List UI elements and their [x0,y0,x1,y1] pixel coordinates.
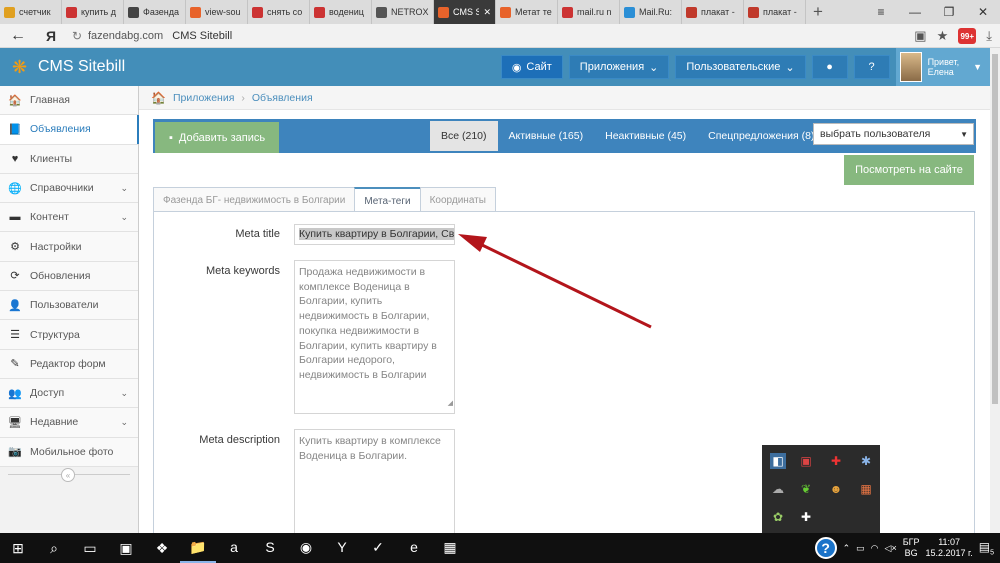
yandex-browser-icon[interactable]: Y [324,533,360,563]
notifications-icon[interactable]: ▤5 [979,540,994,556]
search-icon[interactable]: ⌕ [36,533,72,563]
battery-icon[interactable]: ▭ [856,543,865,554]
store-icon[interactable]: ▣ [108,533,144,563]
clock-date: 15.2.2017 г. [925,548,973,558]
plant-icon[interactable]: ✿ [770,509,786,525]
tray-shield-icon[interactable]: ▣ [798,453,814,469]
emoji-icon[interactable]: ☻ [828,481,844,497]
leaf-icon[interactable]: ❦ [798,481,814,497]
amazon-icon[interactable]: a [216,533,252,563]
wifi-icon[interactable]: ◠ [871,543,879,554]
cloud-icon[interactable]: ☁ [770,481,786,497]
clock[interactable]: 11:07 15.2.2017 г. [926,537,973,559]
arrow-head [458,234,487,252]
grid-icon[interactable]: ▦ [858,481,874,497]
chrome-icon[interactable]: ◉ [288,533,324,563]
clock-time: 11:07 [938,537,961,547]
winrar-icon[interactable]: ▦ [432,533,468,563]
windows-start-icon[interactable]: ⊞ [0,533,36,563]
lang-bottom: BG [904,548,918,558]
bluetooth-icon[interactable]: ✱ [858,453,874,469]
notifications-count: 5 [990,549,994,557]
arrow-shaft [477,241,652,329]
tray-overflow-popup: ◧ ▣ ✚ ✱ ☁ ❦ ☻ ▦ ✿ ✚ [762,445,880,533]
task-view-icon[interactable]: ▭ [72,533,108,563]
lang-top: БГР [902,537,920,547]
tray-app-icon[interactable]: ◧ [770,453,786,469]
chevron-up-icon[interactable]: ⌃ [843,543,851,554]
skype-icon[interactable]: S [252,533,288,563]
volume-icon[interactable]: ◁× [885,543,897,554]
defender-icon[interactable]: ✚ [798,509,814,525]
scroll-thumb[interactable] [992,54,998,404]
dropbox-icon[interactable]: ❖ [144,533,180,563]
page-scrollbar[interactable] [990,48,1000,533]
sticky-app-icon[interactable]: ✓ [360,533,396,563]
tray-antivirus-icon[interactable]: ✚ [828,453,844,469]
file-explorer-icon[interactable]: 📁 [180,533,216,563]
edge-icon[interactable]: e [396,533,432,563]
language-indicator[interactable]: БГР BG [903,537,920,559]
taskbar: ⊞ ⌕ ▭ ▣ ❖ 📁 a S ◉ Y ✓ e ▦ ? ⌃ ▭ ◠ ◁× БГР BG 11:… [0,533,1000,563]
help-tray-icon[interactable]: ? [814,537,837,559]
